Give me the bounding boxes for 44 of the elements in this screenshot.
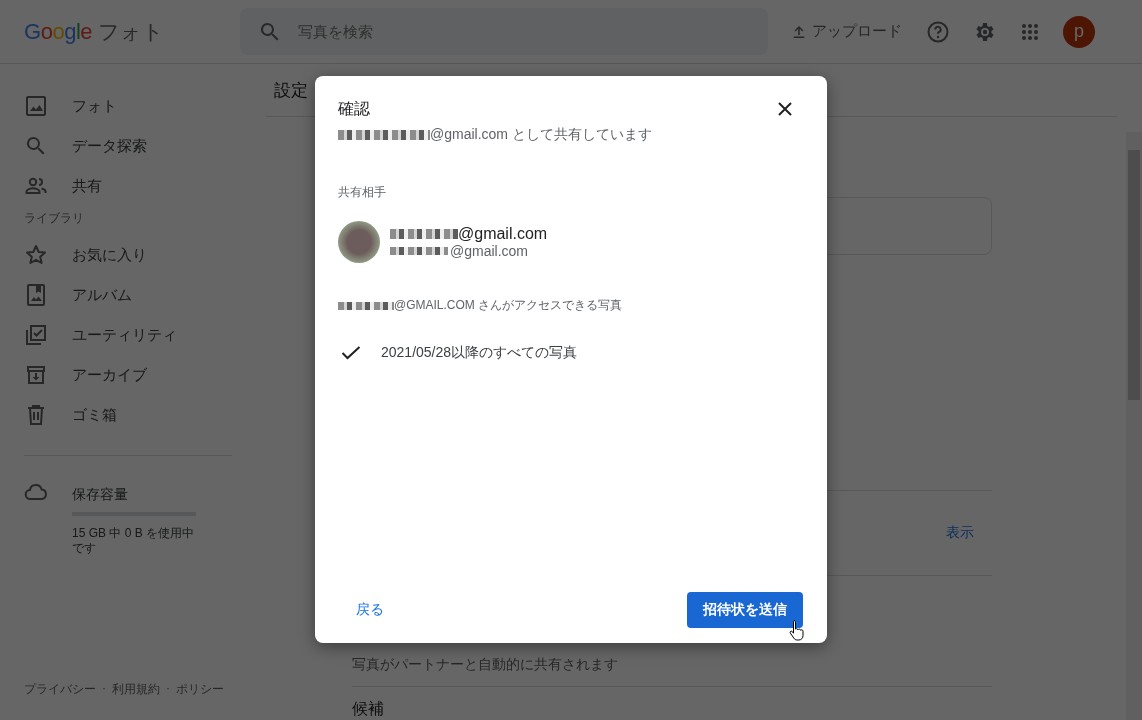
photo-icon: [24, 94, 48, 118]
upload-button[interactable]: アップロード: [790, 22, 902, 41]
nav-item[interactable]: アーカイブ: [0, 355, 256, 395]
show-link[interactable]: 表示: [946, 524, 974, 542]
redacted-text: [390, 229, 458, 239]
nav-item[interactable]: アルバム: [0, 275, 256, 315]
nav-item[interactable]: データ探索: [0, 126, 256, 166]
recipient-avatar: [338, 221, 380, 263]
nav-item[interactable]: 共有: [0, 166, 256, 206]
section-label: ライブラリ: [23, 210, 85, 227]
album-icon: [24, 283, 48, 307]
redacted-text: [390, 247, 448, 255]
nav-item[interactable]: フォト: [0, 86, 256, 126]
nav-item[interactable]: お気に入り: [0, 235, 256, 275]
separator-dot: ·: [102, 681, 106, 697]
sharing-as-text: @gmail.com として共有しています: [430, 126, 652, 144]
nav-item[interactable]: ゴミ箱: [0, 395, 256, 435]
access-option: 2021/05/28以降のすべての写真: [381, 344, 578, 362]
recipient-name: @gmail.com: [458, 225, 548, 243]
star-icon: [24, 243, 48, 267]
close-icon[interactable]: [777, 101, 793, 117]
storage-usage: 15 GB 中 0 B を使用中です: [72, 526, 196, 556]
footer-link[interactable]: プライバシー: [24, 681, 96, 698]
setting-description: 写真がパートナーと自動的に共有されます: [352, 656, 619, 674]
access-label: @GMAIL.COM さんがアクセスできる写真: [394, 297, 623, 314]
separator-dot: ·: [166, 681, 170, 697]
redacted-text: [338, 301, 394, 310]
nav-item[interactable]: ユーティリティ: [0, 315, 256, 355]
help-icon[interactable]: [926, 19, 950, 44]
send-invite-button[interactable]: 招待状を送信: [687, 592, 803, 628]
page-title: 設定: [274, 79, 308, 102]
dialog-title: 確認: [338, 98, 370, 119]
storage-title[interactable]: 保存容量: [72, 480, 196, 504]
section-heading: 候補: [352, 686, 992, 720]
app-logo[interactable]: Google フォト: [0, 17, 240, 46]
recipients-label: 共有相手: [338, 184, 387, 201]
account-avatar[interactable]: p: [1063, 15, 1095, 48]
scrollbar[interactable]: [1126, 132, 1142, 720]
recipient-email: @gmail.com: [450, 243, 528, 259]
footer-link[interactable]: 利用規約: [112, 681, 160, 698]
checklist-icon: [24, 323, 48, 347]
footer-link[interactable]: ポリシー: [176, 681, 224, 698]
archive-box-icon: [24, 363, 48, 387]
back-button[interactable]: 戻る: [338, 593, 402, 627]
